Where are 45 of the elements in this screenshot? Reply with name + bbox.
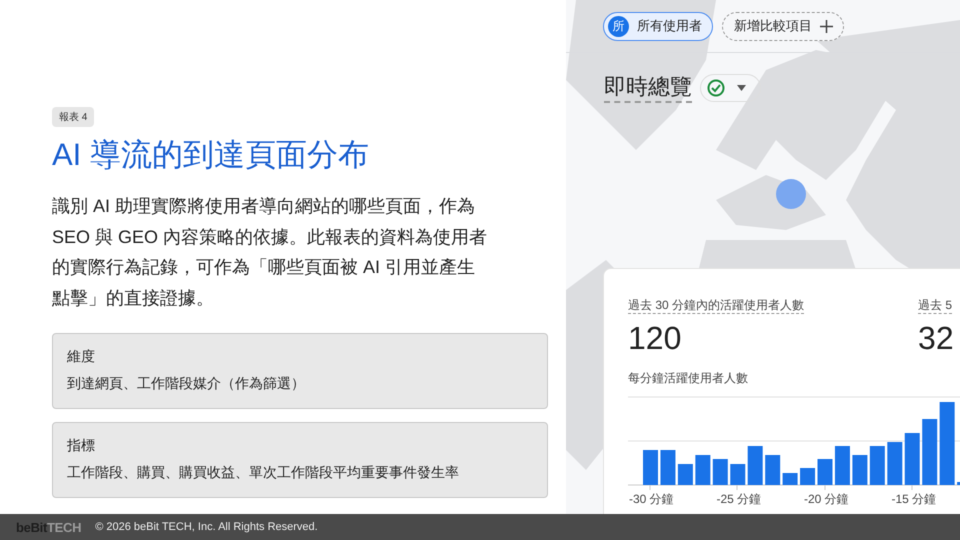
report-tag: 報表 4 [52,107,94,127]
chart-bar [852,455,868,485]
panel-heading: 維度 [67,347,96,365]
chart-bar [870,446,885,485]
panel-text: 到達網頁、工作階段媒介（作為篩選） [67,374,306,392]
chart-bar [695,455,710,485]
chart-bar [818,459,832,485]
segment-badge: 所 [608,16,629,36]
status-dropdown[interactable] [700,74,761,102]
axis-label: -25 分鐘 [716,491,762,508]
chart-bar [800,468,816,485]
page-title: 即時總覽 [604,73,692,103]
chart-bar [957,482,960,485]
chip-label: 所有使用者 [637,17,702,35]
copyright-text: © 2026 beBit TECH, Inc. All Rights Reserved. [95,521,318,533]
caret-icon [737,85,746,91]
plus-icon [820,20,833,32]
chart-bar [922,419,938,485]
chart-bar [712,459,728,485]
axis-label: -30 分鐘 [629,491,674,508]
chart-bar [730,464,746,485]
chart-bar [748,446,763,485]
panel-heading: 指標 [67,436,96,454]
chart-bar [782,473,798,485]
chart-bar [834,446,850,485]
chart-bar [678,464,693,485]
segment-chip[interactable]: 所 所有使用者 [603,12,713,40]
add-comparison-button[interactable]: 新增比較項目 [722,12,844,40]
chart-bar [904,433,920,485]
metric-label: 過去 30 分鐘內的活躍使用者人數 [628,297,804,314]
panel-text: 工作階段、購買、購買收益、單次工作階段平均重要事件發生率 [67,463,460,481]
chart-bar [887,442,902,485]
metric-value: 120 [628,320,682,356]
check-icon [707,79,725,97]
chart-bar [643,450,658,485]
metric-value: 32 [918,320,954,356]
chart-title: 每分鐘活躍使用者人數 [628,370,749,387]
axis-label: -20 分鐘 [804,491,849,508]
description-text: 識別 AI 助理實際將使用者導向網站的哪些頁面，作為 SEO 與 GEO 內容策略的依據。此報表的資料為使用者的實際行為記錄，可作為「哪些頁面被 AI 引用並產生點擊」的直接證據。 [52,195,488,310]
chart-bar [765,455,780,485]
axis-label: -15 分鐘 [892,491,936,508]
brand-logo: beBitTECH [16,520,82,534]
metric-label: 過去 5 [918,297,952,314]
chart-bar [660,450,676,485]
slide-title: AI 導流的到達頁面分布 [52,136,369,174]
